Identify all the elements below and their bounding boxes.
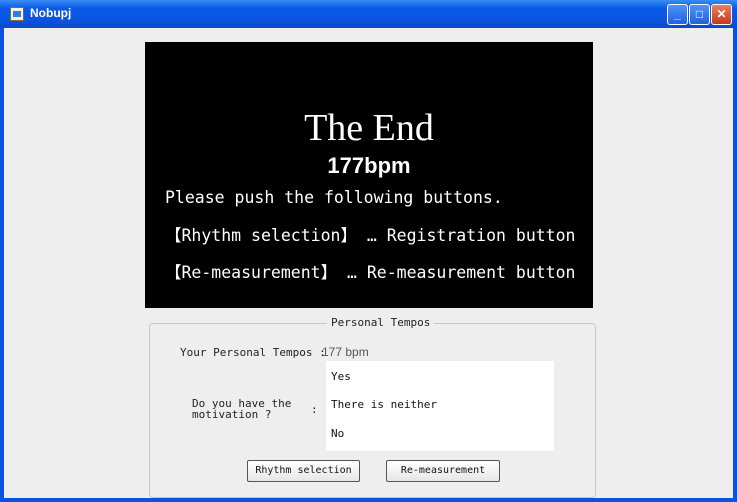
client-area: The End 177bpm Please push the following… xyxy=(4,28,733,498)
motivation-label: Do you have the motivation ? xyxy=(192,397,292,421)
title-bar[interactable]: Nobupj _ □ ✕ xyxy=(0,0,737,28)
rhythm-selection-button[interactable]: Rhythm selection xyxy=(247,460,360,482)
window-title: Nobupj xyxy=(30,6,72,20)
maximize-button[interactable]: □ xyxy=(689,4,710,25)
result-display: The End 177bpm Please push the following… xyxy=(145,42,593,308)
list-item-neither[interactable]: There is neither xyxy=(331,398,437,411)
app-window: Nobupj _ □ ✕ The End 177bpm Please push … xyxy=(0,0,737,502)
motivation-list[interactable]: Yes There is neither No xyxy=(326,361,554,451)
remeasure-instruction: 【Re-measurement】 … Re-measurement button xyxy=(165,263,576,282)
list-item-yes[interactable]: Yes xyxy=(331,370,351,383)
minimize-button[interactable]: _ xyxy=(667,4,688,25)
list-item-no[interactable]: No xyxy=(331,427,344,440)
close-button[interactable]: ✕ xyxy=(711,4,732,25)
tempo-label: Your Personal Tempos : xyxy=(180,346,326,359)
panel-legend: Personal Tempos xyxy=(327,316,435,330)
end-title: The End xyxy=(304,107,434,149)
rhythm-instruction: 【Rhythm selection】 … Registration button xyxy=(165,226,576,245)
motivation-colon: : xyxy=(311,403,318,416)
bpm-result: 177bpm xyxy=(327,153,411,178)
re-measurement-button[interactable]: Re-measurement xyxy=(386,460,500,482)
tempo-value: 177 bpm xyxy=(322,345,369,359)
instruction-text: Please push the following buttons. xyxy=(165,188,503,207)
personal-tempos-panel: Personal Tempos Your Personal Tempos : 1… xyxy=(149,316,596,498)
java-app-icon[interactable] xyxy=(10,7,24,21)
